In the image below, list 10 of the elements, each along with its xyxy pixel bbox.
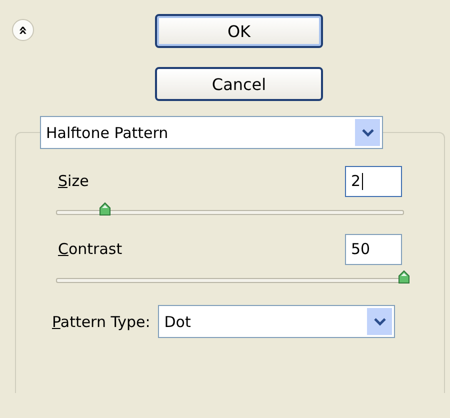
slider-label: Size: [58, 172, 89, 190]
value-field[interactable]: 50: [345, 234, 402, 264]
dialog-button[interactable]: Cancel: [155, 67, 323, 101]
slider-label: Contrast: [58, 240, 122, 258]
collapse-button[interactable]: «: [12, 19, 34, 41]
pattern-type-label: Pattern Type:: [52, 312, 150, 330]
dialog-button[interactable]: OK: [155, 14, 323, 48]
filter-dropdown[interactable]: Halftone Pattern: [40, 116, 383, 149]
value-field[interactable]: 2: [345, 166, 402, 196]
pattern-type-dropdown[interactable]: Dot: [158, 305, 396, 338]
